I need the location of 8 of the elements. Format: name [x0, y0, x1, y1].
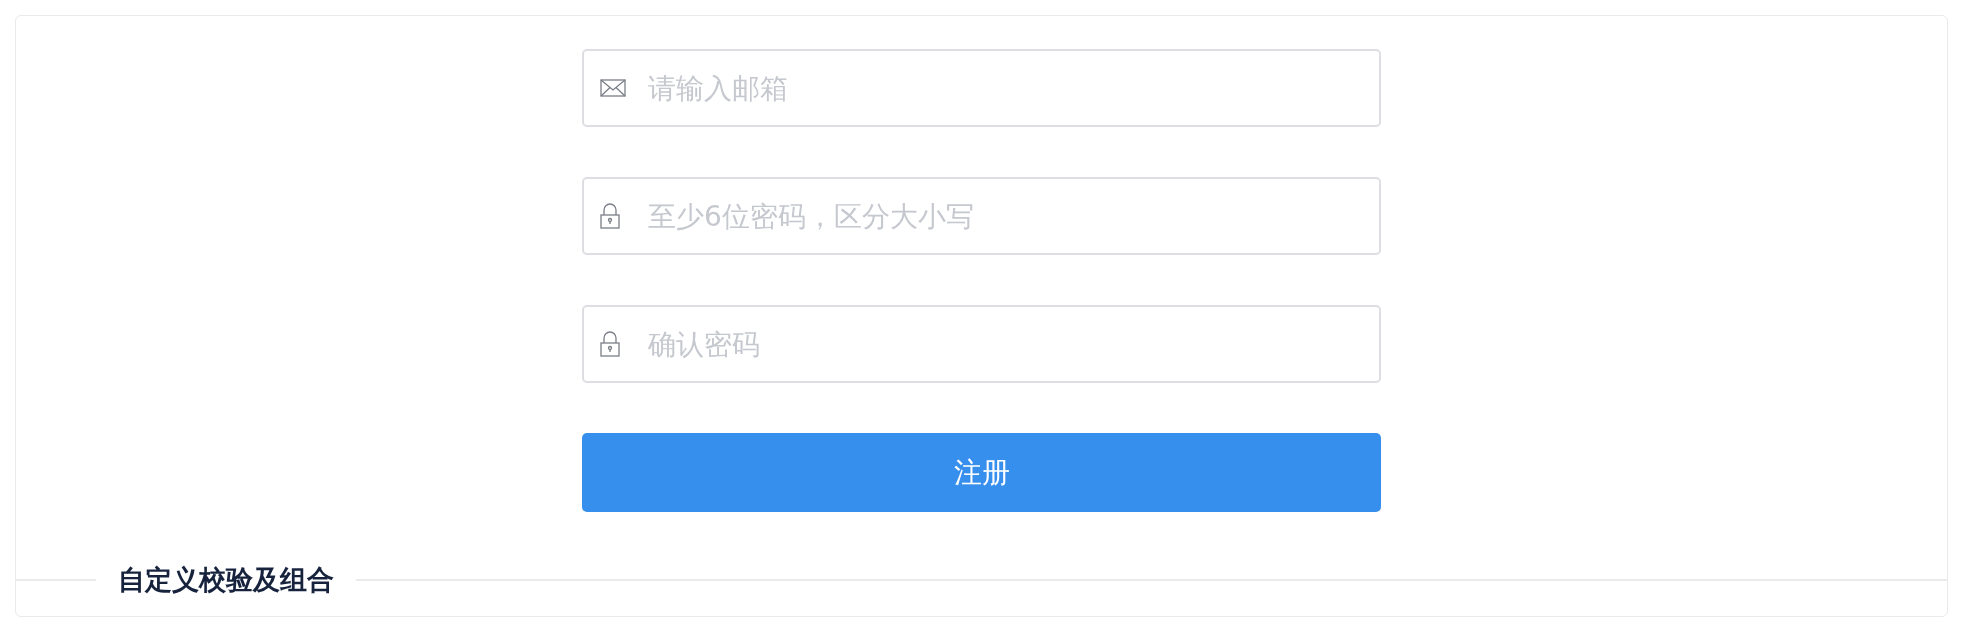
- register-button[interactable]: 注册: [582, 433, 1381, 512]
- password-field[interactable]: 至少6位密码，区分大小写: [582, 177, 1381, 255]
- section-title: 自定义校验及组合: [117, 563, 335, 597]
- lock-icon: [600, 203, 620, 229]
- email-field[interactable]: 请输入邮箱: [582, 49, 1381, 127]
- mail-icon: [600, 79, 626, 97]
- lock-icon: [600, 331, 620, 357]
- password-field[interactable]: 确认密码: [582, 305, 1381, 383]
